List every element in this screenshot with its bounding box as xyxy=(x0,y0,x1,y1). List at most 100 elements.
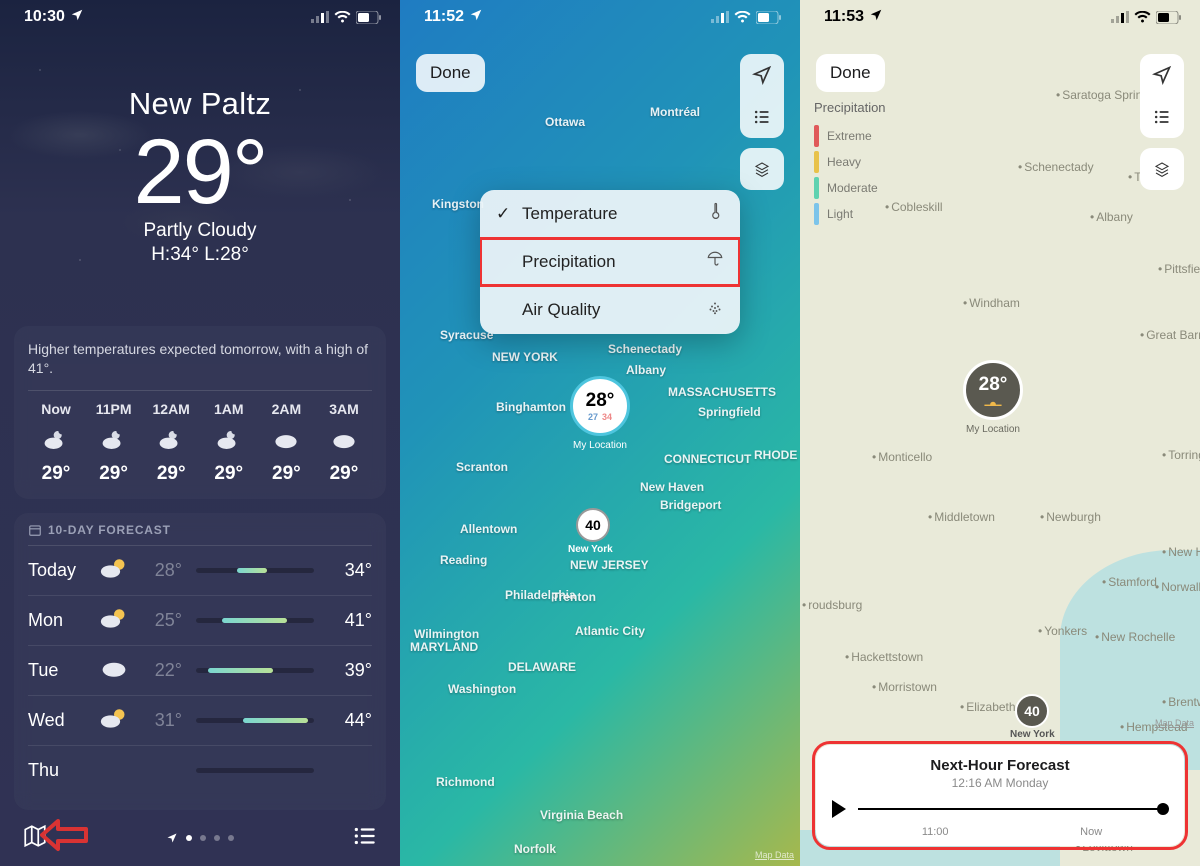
hourly-forecast-card[interactable]: Higher temperatures expected tomorrow, w… xyxy=(14,326,386,499)
layer-select-menu: ✓ Temperature ✓Precipitation ✓Air Quality xyxy=(480,190,740,334)
legend-row: Light xyxy=(814,201,886,227)
map-city-label: Hackettstown xyxy=(845,650,923,664)
city-pin-newyork[interactable]: 40 xyxy=(1015,694,1049,728)
map-city-label: Springfield xyxy=(698,405,761,419)
location-services-icon xyxy=(869,8,883,27)
daily-row[interactable]: Thu xyxy=(28,746,372,796)
hourly-item: 11PM 29° xyxy=(86,401,142,485)
location-arrow-icon xyxy=(166,832,178,844)
check-icon: ✓ xyxy=(496,204,512,224)
timeline-tick: Now xyxy=(1080,826,1102,838)
thermometer-icon xyxy=(706,202,724,225)
layer-option-precipitation[interactable]: ✓Precipitation xyxy=(480,238,740,286)
map-city-label: Newburgh xyxy=(1040,510,1101,524)
status-bar: 11:52 xyxy=(400,0,800,34)
day-name: Thu xyxy=(28,760,100,781)
daily-row[interactable]: Tue 22° 39° xyxy=(28,646,372,696)
layers-button[interactable] xyxy=(740,148,784,190)
map-city-label: RHODE ISLAND xyxy=(754,448,800,462)
hourly-item: 2AM 29° xyxy=(258,401,314,485)
my-location-label: My Location xyxy=(570,440,630,451)
next-hour-forecast-card[interactable]: Next-Hour Forecast 12:16 AM Monday 11:00… xyxy=(816,745,1184,846)
layer-option-temperature[interactable]: ✓ Temperature xyxy=(480,190,740,238)
map-city-label: Norfolk xyxy=(514,842,556,856)
map-city-label: Ottawa xyxy=(545,115,585,129)
cellular-icon xyxy=(311,11,329,23)
map-city-label: Washington xyxy=(448,682,516,696)
daily-row[interactable]: Wed 31° 44° xyxy=(28,696,372,746)
temp-range-bar xyxy=(196,768,314,773)
map-city-label: Bridgeport xyxy=(660,498,721,512)
weather-icon xyxy=(100,658,138,683)
weather-icon xyxy=(100,556,138,585)
day-name: Tue xyxy=(28,660,100,681)
location-services-icon xyxy=(70,8,84,27)
status-time: 11:53 xyxy=(824,8,864,26)
umbrella-icon xyxy=(706,250,724,273)
hourly-item: 1AM 29° xyxy=(201,401,257,485)
city-pin-newyork[interactable]: 40 xyxy=(576,508,610,542)
my-location-label: My Location xyxy=(963,424,1023,435)
hour-temp: 29° xyxy=(99,463,128,485)
locations-list-button[interactable] xyxy=(1140,96,1184,138)
page-dots[interactable] xyxy=(166,832,234,844)
hourly-item: 12AM 29° xyxy=(143,401,199,485)
daily-row[interactable]: Mon 25° 41° xyxy=(28,596,372,646)
map-city-label: Great Barring xyxy=(1140,328,1200,342)
high-low-text: H:34° L:28° xyxy=(0,244,400,266)
daily-header: 10-DAY FORECAST xyxy=(28,523,372,546)
legend-row: Heavy xyxy=(814,149,886,175)
map-city-label: Binghamton xyxy=(496,400,566,414)
hour-label: 12AM xyxy=(153,401,190,417)
layer-option-air-quality[interactable]: ✓Air Quality xyxy=(480,286,740,334)
hour-label: 3AM xyxy=(329,401,359,417)
my-location-pin[interactable]: 28° 2734 My Location xyxy=(570,376,630,451)
day-low: 22° xyxy=(138,660,182,681)
map-city-label: Allentown xyxy=(460,522,517,536)
done-button[interactable]: Done xyxy=(816,54,885,92)
done-button[interactable]: Done xyxy=(416,54,485,92)
list-icon[interactable] xyxy=(352,823,378,854)
locations-list-button[interactable] xyxy=(740,96,784,138)
legend-label: Moderate xyxy=(827,181,878,195)
day-low: 31° xyxy=(138,710,182,731)
map-city-label: Schenectady xyxy=(1018,160,1094,174)
map-city-label: Trenton xyxy=(552,590,596,604)
play-button[interactable] xyxy=(832,800,846,818)
legend-label: Extreme xyxy=(827,129,872,143)
map-city-label: Richmond xyxy=(436,775,495,789)
weather-icon xyxy=(331,427,357,453)
condition-text: Partly Cloudy xyxy=(0,220,400,242)
map-city-label: NEW JERSEY xyxy=(570,558,649,572)
locate-me-button[interactable] xyxy=(1140,54,1184,96)
day-high: 44° xyxy=(328,710,372,731)
timeline-slider[interactable] xyxy=(858,808,1168,810)
legend-label: Heavy xyxy=(827,155,861,169)
layer-option-label: Temperature xyxy=(522,204,617,224)
locate-me-button[interactable] xyxy=(740,54,784,96)
daily-row[interactable]: Today 28° 34° xyxy=(28,546,372,596)
legend-row: Extreme xyxy=(814,123,886,149)
weather-home-screen: 10:30 New Paltz 29° Partly Cloudy H:34° … xyxy=(0,0,400,866)
forecast-summary: Higher temperatures expected tomorrow, w… xyxy=(28,340,372,391)
hour-label: 1AM xyxy=(214,401,244,417)
weather-icon xyxy=(101,427,127,453)
status-time: 11:52 xyxy=(424,8,464,26)
hour-temp: 29° xyxy=(214,463,243,485)
map-attribution-link[interactable]: Map Data xyxy=(1155,718,1194,728)
wifi-icon xyxy=(1134,11,1151,23)
map-city-label: CONNECTICUT xyxy=(664,452,751,466)
day-low: 25° xyxy=(138,610,182,631)
layers-button[interactable] xyxy=(1140,148,1184,190)
map-attribution-link[interactable]: Map Data xyxy=(755,850,794,860)
hour-temp: 29° xyxy=(42,463,71,485)
my-location-pin[interactable]: 28° My Location xyxy=(963,360,1023,435)
day-low: 28° xyxy=(138,560,182,581)
cellular-icon xyxy=(1111,11,1129,23)
temp-range-bar xyxy=(196,618,314,623)
daily-forecast-card[interactable]: 10-DAY FORECAST Today 28° 34° Mon 25° 41… xyxy=(14,513,386,810)
map-city-label: Philadelphia xyxy=(505,588,576,602)
map-city-label: roudsburg xyxy=(802,598,862,612)
hour-label: Now xyxy=(41,401,71,417)
hour-label: 2AM xyxy=(272,401,302,417)
